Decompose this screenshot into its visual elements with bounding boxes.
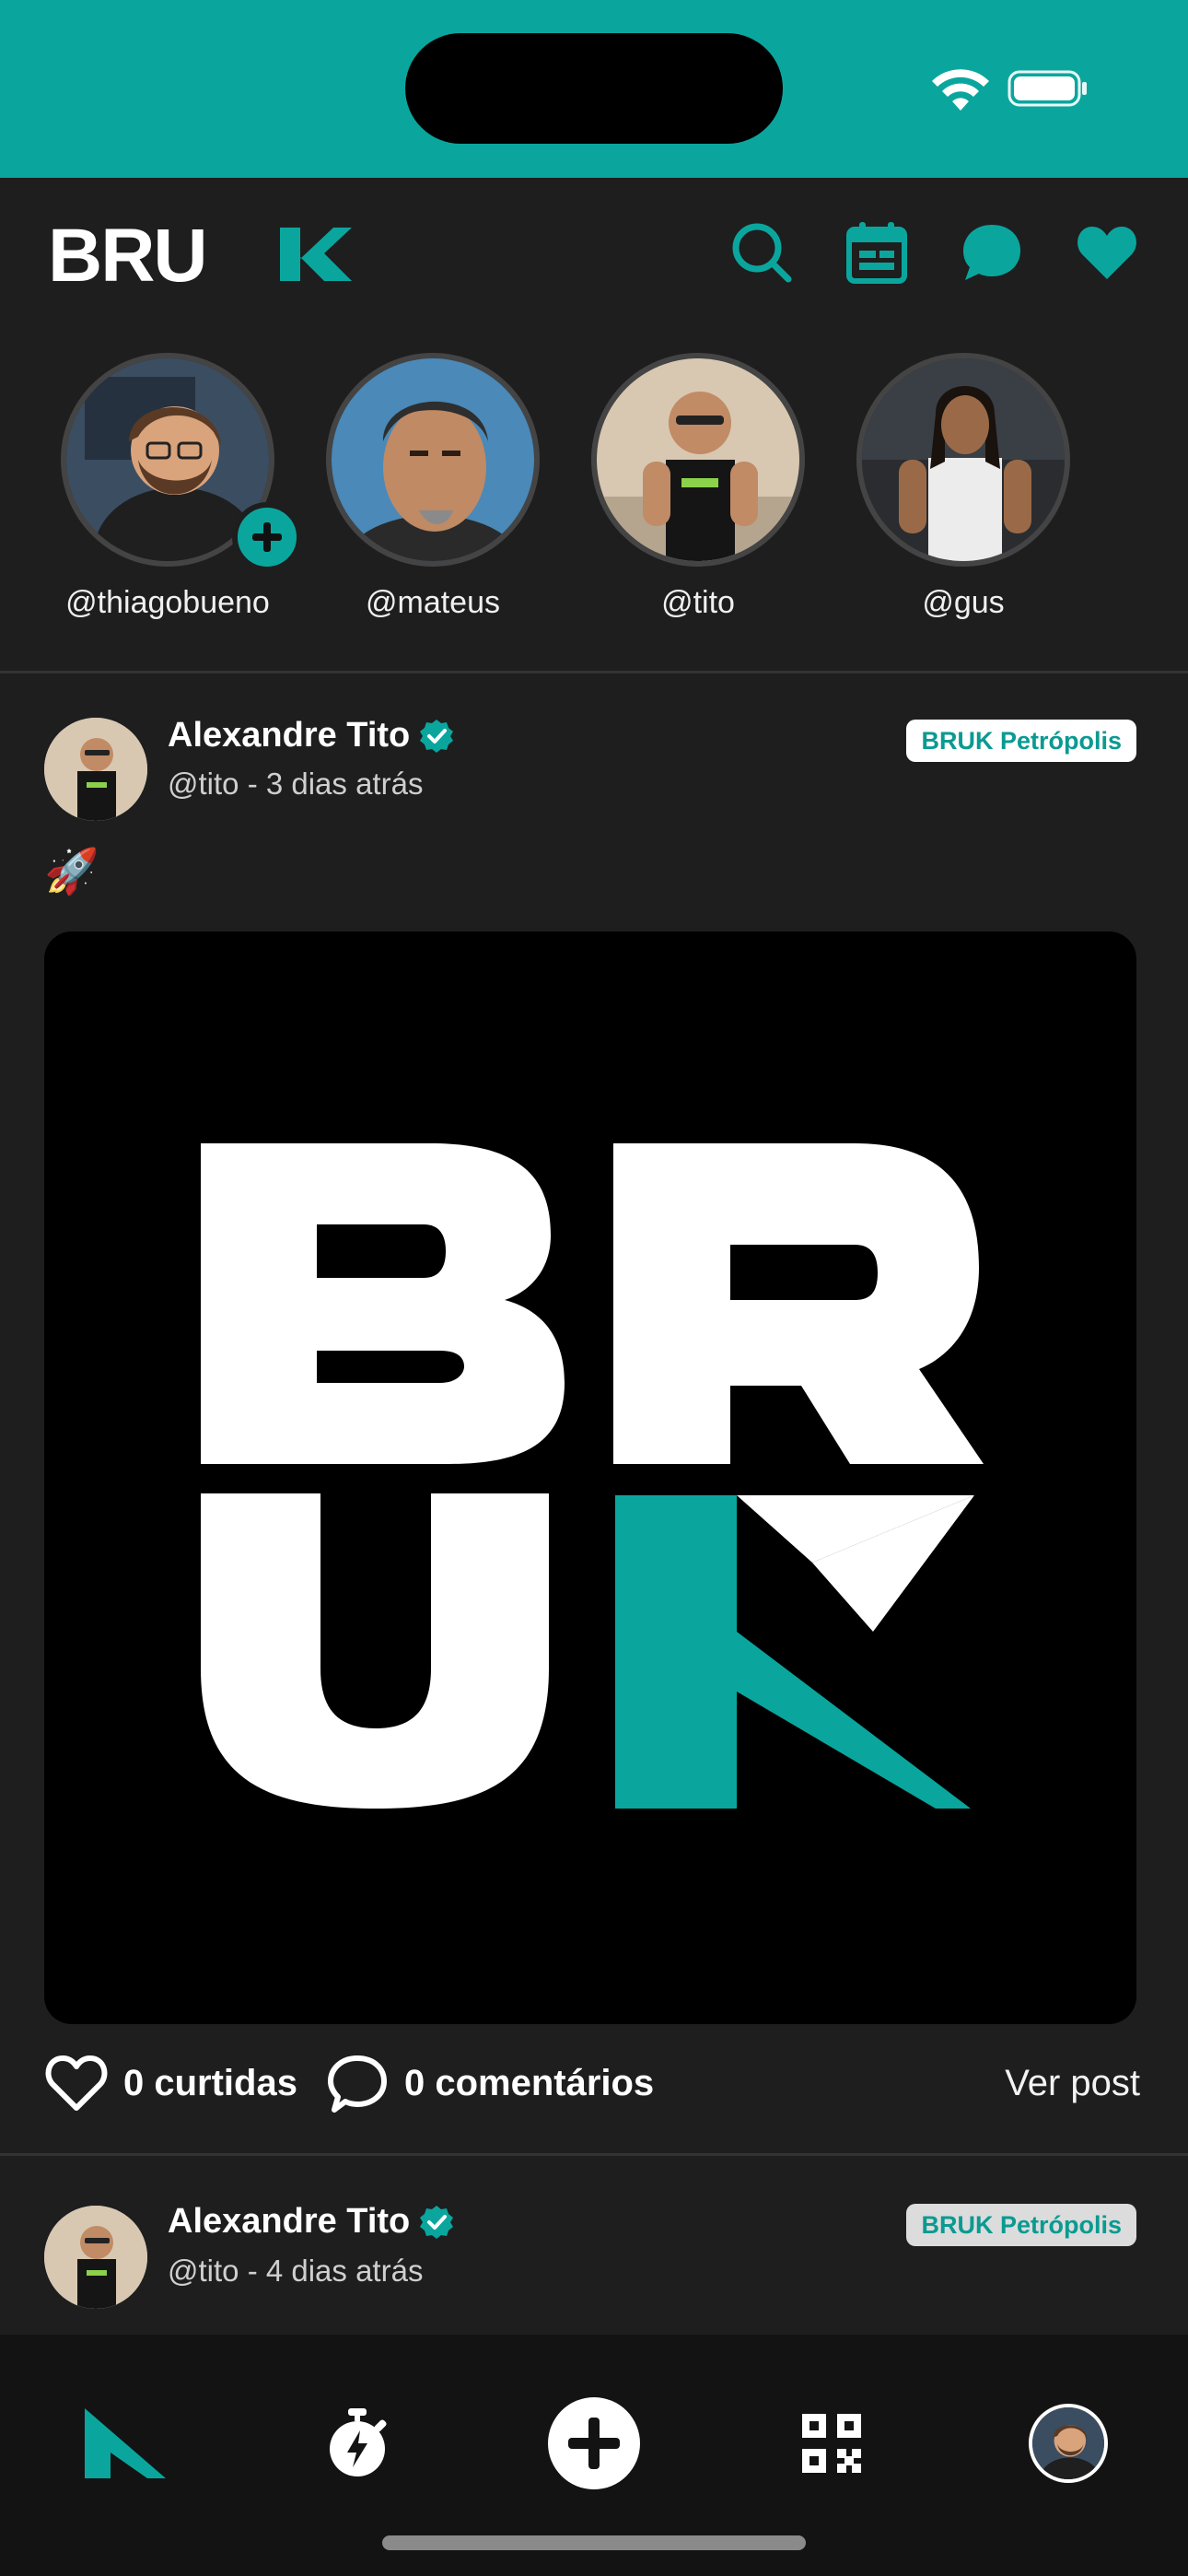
unit-badge[interactable]: BRUK Petrópolis — [906, 2204, 1136, 2246]
post-meta: @tito - 3 dias atrás — [168, 767, 424, 801]
svg-text:BRU: BRU — [48, 222, 206, 287]
stopwatch-icon — [330, 2408, 387, 2476]
story-avatar[interactable] — [326, 353, 540, 567]
verified-icon — [420, 719, 454, 753]
story-item[interactable]: @mateus — [276, 344, 540, 638]
story-avatar[interactable] — [856, 353, 1070, 567]
story-handle: @gus — [922, 585, 1005, 620]
story-item[interactable]: @tito — [542, 344, 805, 638]
post-author-name: Alexandre Tito — [168, 2202, 411, 2241]
story-item[interactable]: @thiagobueno — [11, 344, 302, 638]
qr-code-icon — [802, 2414, 861, 2473]
likes-count: 0 curtidas — [123, 2062, 297, 2103]
post-author-name: Alexandre Tito — [168, 716, 411, 755]
comments-count: 0 comentários — [403, 2062, 655, 2103]
chat-icon[interactable] — [960, 220, 1024, 285]
bruk-logo[interactable]: BRU — [48, 222, 352, 287]
heart-outline-icon — [45, 2055, 108, 2111]
story-avatar[interactable] — [591, 353, 805, 567]
post-actions: 0 curtidas 0 comentários Ver post — [44, 2046, 1140, 2120]
view-post-link[interactable]: Ver post — [1005, 2063, 1140, 2104]
post-author-avatar[interactable] — [44, 2206, 147, 2309]
post-author[interactable]: Alexandre Tito — [168, 2202, 454, 2242]
nav-stopwatch[interactable] — [302, 2388, 413, 2499]
wifi-icon — [932, 69, 989, 111]
nav-profile[interactable] — [1013, 2388, 1124, 2499]
story-item[interactable]: @gus — [807, 344, 1070, 638]
home-logo-icon — [85, 2408, 166, 2478]
add-icon — [548, 2397, 640, 2489]
stories-row: @thiagobueno @mateus @tito @gus — [0, 334, 1188, 673]
post-image[interactable] — [44, 931, 1136, 2024]
calendar-icon[interactable] — [844, 220, 909, 285]
profile-avatar — [1029, 2404, 1108, 2483]
heart-icon[interactable] — [1075, 220, 1139, 285]
like-button[interactable]: 0 curtidas — [44, 2051, 297, 2115]
home-indicator — [382, 2535, 806, 2550]
post-text: 🚀 — [44, 848, 99, 896]
post-author-avatar[interactable] — [44, 718, 147, 821]
nav-home[interactable] — [63, 2388, 173, 2499]
post-author[interactable]: Alexandre Tito — [168, 716, 454, 755]
dynamic-island — [405, 33, 783, 144]
bruk-logo-image — [201, 1143, 984, 1809]
verified-icon — [420, 2205, 454, 2239]
battery-icon — [1007, 70, 1087, 107]
status-bar — [0, 0, 1188, 178]
feed-post: Alexandre Tito @tito - 3 dias atrás BRUK… — [0, 673, 1188, 2153]
comment-button[interactable]: 0 comentários — [325, 2051, 654, 2115]
nav-qr[interactable] — [776, 2388, 887, 2499]
comment-outline-icon — [327, 2055, 387, 2113]
post-meta: @tito - 4 dias atrás — [168, 2254, 424, 2288]
nav-add[interactable] — [539, 2388, 649, 2499]
search-icon[interactable] — [729, 220, 794, 285]
unit-badge[interactable]: BRUK Petrópolis — [906, 720, 1136, 762]
app-header: BRU — [0, 178, 1188, 334]
feed-post: Alexandre Tito @tito - 4 dias atrás BRUK… — [0, 2156, 1188, 2335]
